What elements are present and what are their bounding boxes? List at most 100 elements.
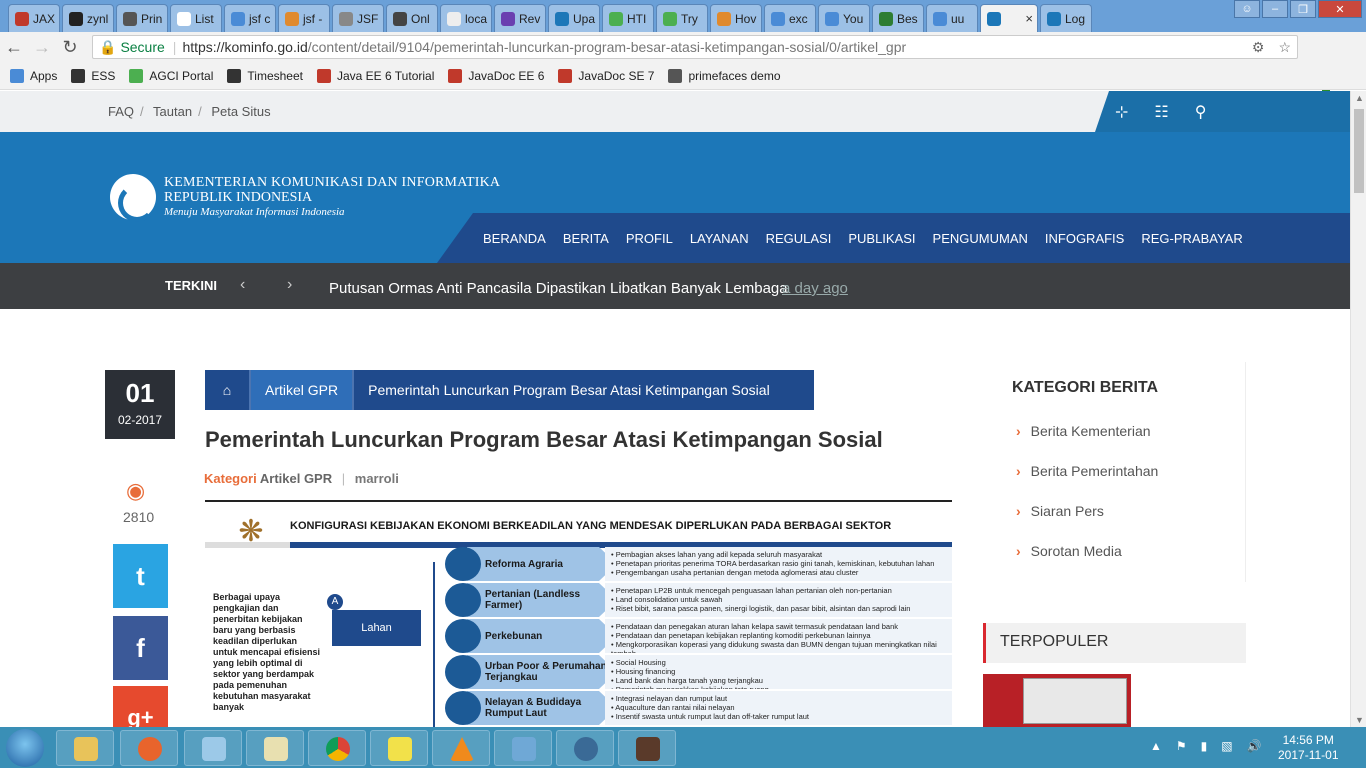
kategori-item[interactable]: › Siaran Pers bbox=[1016, 503, 1104, 519]
browser-tab[interactable]: jsf - bbox=[278, 4, 330, 32]
bookmark-item[interactable]: Timesheet bbox=[227, 68, 303, 83]
scroll-thumb[interactable] bbox=[1354, 109, 1364, 193]
minimize-button[interactable]: – bbox=[1262, 0, 1288, 18]
browser-tab[interactable]: HTI bbox=[602, 4, 654, 32]
start-button[interactable] bbox=[6, 729, 44, 767]
back-icon[interactable]: ← bbox=[0, 37, 28, 58]
browser-tab[interactable]: Prin bbox=[116, 4, 168, 32]
nav-item-reg-prabayar[interactable]: REG-PRABAYAR bbox=[1141, 231, 1242, 246]
firefox-taskbar-icon[interactable] bbox=[120, 730, 178, 766]
reload-icon[interactable]: ↻ bbox=[56, 37, 84, 58]
popular-thumbnail[interactable] bbox=[983, 674, 1131, 727]
tray-expand-icon[interactable]: ▲ bbox=[1150, 739, 1162, 753]
editor-taskbar-icon[interactable] bbox=[246, 730, 304, 766]
translate-icon[interactable]: ⚙ bbox=[1252, 39, 1265, 56]
browser-tab[interactable]: loca bbox=[440, 4, 492, 32]
chevron-right-icon: › bbox=[1016, 543, 1021, 559]
browser-tab[interactable]: Try bbox=[656, 4, 708, 32]
browser-tab[interactable]: List bbox=[170, 4, 222, 32]
tab-close-icon[interactable]: × bbox=[1025, 11, 1033, 26]
chrome-taskbar-icon[interactable] bbox=[308, 730, 366, 766]
browser-tab[interactable]: JSF bbox=[332, 4, 384, 32]
nav-item-profil[interactable]: PROFIL bbox=[626, 231, 673, 246]
forward-icon[interactable]: → bbox=[28, 37, 56, 58]
bookmark-item[interactable]: Java EE 6 Tutorial bbox=[316, 68, 434, 83]
browser-tab[interactable]: × bbox=[980, 4, 1038, 32]
browser-tab[interactable]: Onl bbox=[386, 4, 438, 32]
tab-favicon-icon bbox=[717, 11, 731, 26]
browser-tab[interactable]: Upa bbox=[548, 4, 600, 32]
bookmark-label: JavaDoc EE 6 bbox=[468, 68, 545, 83]
nav-item-infografis[interactable]: INFOGRAFIS bbox=[1045, 231, 1124, 246]
network-error-icon[interactable]: ⚑ bbox=[1176, 739, 1187, 753]
volume-icon[interactable]: 🔊 bbox=[1247, 739, 1262, 753]
nav-item-publikasi[interactable]: PUBLIKASI bbox=[848, 231, 915, 246]
scroll-down-icon[interactable]: ▼ bbox=[1355, 715, 1364, 725]
url-field[interactable]: 🔒 Secure | https://kominfo.go.id /conten… bbox=[92, 35, 1298, 59]
browser-tab[interactable]: Rev bbox=[494, 4, 546, 32]
facebook-share-button[interactable]: f bbox=[113, 616, 168, 680]
kategori-item[interactable]: › Berita Kementerian bbox=[1016, 423, 1151, 439]
explorer-taskbar-icon[interactable] bbox=[56, 730, 114, 766]
nav-item-layanan[interactable]: LAYANAN bbox=[690, 231, 749, 246]
bookmark-item[interactable]: JavaDoc SE 7 bbox=[558, 68, 654, 83]
gplus-share-button[interactable]: g+ bbox=[113, 686, 168, 727]
browser-tab[interactable]: jsf c bbox=[224, 4, 276, 32]
kominfo-logo[interactable] bbox=[110, 174, 156, 222]
browser-tab[interactable]: Hov bbox=[710, 4, 762, 32]
rss-icon[interactable]: ⊹ bbox=[1115, 102, 1128, 122]
nav-item-pengumuman[interactable]: PENGUMUMAN bbox=[933, 231, 1028, 246]
scroll-up-icon[interactable]: ▲ bbox=[1355, 93, 1364, 103]
bookmark-item[interactable]: AGCI Portal bbox=[129, 68, 213, 83]
search-icon[interactable]: ⚲ bbox=[1195, 102, 1207, 122]
postgres-taskbar-icon[interactable] bbox=[556, 730, 614, 766]
bookmark-item[interactable]: JavaDoc EE 6 bbox=[448, 68, 545, 83]
twitter-share-button[interactable]: t bbox=[113, 544, 168, 608]
kategori-item[interactable]: › Sorotan Media bbox=[1016, 543, 1122, 559]
clock-time: 14:56 PM bbox=[1282, 733, 1334, 747]
browser-tab[interactable]: JAX bbox=[8, 4, 60, 32]
article-author: marroli bbox=[354, 471, 399, 486]
ticker-headline[interactable]: Putusan Ormas Anti Pancasila Dipastikan … bbox=[329, 280, 788, 297]
browser-tab[interactable]: exc bbox=[764, 4, 816, 32]
infographic-row-label: Reforma Agraria bbox=[467, 547, 617, 581]
user-icon[interactable]: ☺ bbox=[1234, 0, 1260, 18]
tab-favicon-icon bbox=[339, 11, 353, 26]
network-icon[interactable]: ▧ bbox=[1221, 739, 1232, 753]
ticker-next-icon[interactable]: › bbox=[287, 276, 292, 294]
bookmark-item[interactable]: Apps bbox=[10, 68, 57, 83]
maximize-button[interactable]: ❐ bbox=[1290, 0, 1316, 18]
language-icon[interactable]: ☷ bbox=[1154, 102, 1168, 122]
bookmark-item[interactable]: ESS bbox=[71, 68, 115, 83]
kategori-link[interactable]: Artikel GPR bbox=[260, 471, 332, 486]
page-scrollbar[interactable]: ▲ ▼ bbox=[1350, 91, 1366, 727]
chevron-right-icon: › bbox=[1016, 463, 1021, 479]
sticky-notes-taskbar-icon[interactable] bbox=[370, 730, 428, 766]
vlc-taskbar-icon[interactable] bbox=[432, 730, 490, 766]
kategori-item[interactable]: › Berita Pemerintahan bbox=[1016, 463, 1158, 479]
tautan-link[interactable]: Tautan bbox=[153, 104, 192, 119]
bookmark-item[interactable]: primefaces demo bbox=[668, 68, 781, 83]
home-icon[interactable]: ⌂ bbox=[205, 382, 249, 398]
browser-tab[interactable]: Bes bbox=[872, 4, 924, 32]
photos-taskbar-icon[interactable] bbox=[494, 730, 552, 766]
browser-tab[interactable]: zynl bbox=[62, 4, 114, 32]
breadcrumb-category[interactable]: Artikel GPR bbox=[249, 370, 353, 410]
kategori-item-label: Siaran Pers bbox=[1030, 503, 1104, 519]
browser-tab[interactable]: You bbox=[818, 4, 870, 32]
ticker-prev-icon[interactable]: ‹ bbox=[240, 276, 245, 294]
power-icon[interactable]: ▮ bbox=[1201, 739, 1208, 753]
close-window-button[interactable]: ✕ bbox=[1318, 0, 1362, 18]
nav-item-berita[interactable]: BERITA bbox=[563, 231, 609, 246]
infographic-row-text: • Penetapan LP2B untuk mencegah penguasa… bbox=[605, 583, 952, 617]
browser-tab[interactable]: uu bbox=[926, 4, 978, 32]
browser-tab[interactable]: Log bbox=[1040, 4, 1092, 32]
bookmark-star-icon[interactable]: ☆ bbox=[1278, 39, 1291, 56]
javaee-ide-taskbar-icon[interactable] bbox=[618, 730, 676, 766]
taskbar-clock[interactable]: 14:56 PM 2017-11-01 bbox=[1278, 733, 1339, 763]
nav-item-beranda[interactable]: BERANDA bbox=[483, 231, 546, 246]
faq-link[interactable]: FAQ bbox=[108, 104, 134, 119]
nav-item-regulasi[interactable]: REGULASI bbox=[766, 231, 832, 246]
notepad-taskbar-icon[interactable] bbox=[184, 730, 242, 766]
peta-situs-link[interactable]: Peta Situs bbox=[211, 104, 270, 119]
